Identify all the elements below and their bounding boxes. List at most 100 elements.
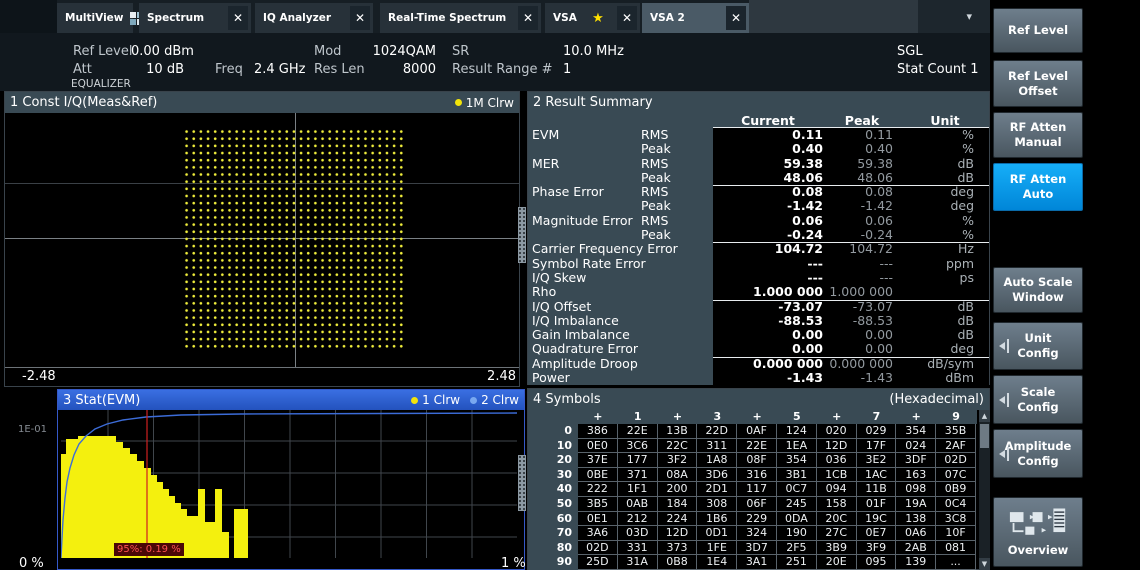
symbol-cell[interactable]: 1F1 bbox=[618, 482, 658, 497]
symbol-cell[interactable]: 094 bbox=[817, 482, 857, 497]
scrollbar-thumb[interactable] bbox=[980, 424, 989, 448]
symbol-cell[interactable]: 324 bbox=[737, 526, 777, 541]
softkey-amplitude-config[interactable]: Amplitude Config bbox=[993, 429, 1083, 478]
symbol-cell[interactable]: 08A bbox=[658, 468, 698, 483]
symbol-cell[interactable]: 0A6 bbox=[896, 526, 936, 541]
symbol-cell[interactable]: 3F9 bbox=[857, 541, 897, 556]
symbol-cell[interactable]: 27C bbox=[817, 526, 857, 541]
symbol-cell[interactable]: 31A bbox=[618, 555, 658, 570]
softkey-unit-config[interactable]: Unit Config bbox=[993, 322, 1083, 370]
symbol-cell[interactable]: 19A bbox=[896, 497, 936, 512]
symbol-cell[interactable]: 3DF bbox=[896, 453, 936, 468]
symbol-cell[interactable]: 22D bbox=[697, 424, 737, 439]
symbol-cell[interactable]: 2F5 bbox=[777, 541, 817, 556]
symbol-cell[interactable]: 07C bbox=[936, 468, 976, 483]
symbol-cell[interactable]: 0DA bbox=[777, 512, 817, 527]
symbol-cell[interactable]: 229 bbox=[737, 512, 777, 527]
tab-overflow-button[interactable]: ▾ bbox=[918, 0, 990, 33]
symbols-scrollbar[interactable]: ▲ ▼ bbox=[979, 410, 990, 570]
symbol-cell[interactable]: 08F bbox=[737, 453, 777, 468]
constellation-plot[interactable] bbox=[5, 113, 519, 367]
symbol-cell[interactable]: 158 bbox=[817, 497, 857, 512]
symbol-cell[interactable]: 3D6 bbox=[697, 468, 737, 483]
symbol-cell[interactable]: 371 bbox=[618, 468, 658, 483]
symbol-cell[interactable]: 036 bbox=[817, 453, 857, 468]
symbol-cell[interactable]: 12D bbox=[817, 439, 857, 454]
window-title-bar[interactable]: 4 Symbols (Hexadecimal) bbox=[528, 389, 989, 410]
symbol-cell[interactable]: 22C bbox=[658, 439, 698, 454]
window-title-bar[interactable]: 2 Result Summary bbox=[528, 92, 989, 113]
window-title-bar-active[interactable]: 3 Stat(EVM) 1 Clrw 2 Clrw bbox=[58, 390, 524, 410]
symbol-cell[interactable]: 06F bbox=[737, 497, 777, 512]
symbol-cell[interactable]: 224 bbox=[658, 512, 698, 527]
symbol-cell[interactable]: 138 bbox=[896, 512, 936, 527]
scroll-down-icon[interactable]: ▼ bbox=[979, 558, 990, 570]
symbol-cell[interactable]: 316 bbox=[737, 468, 777, 483]
symbol-cell[interactable]: 1A8 bbox=[697, 453, 737, 468]
symbol-cell[interactable]: 20E bbox=[817, 555, 857, 570]
symbol-cell[interactable]: 22E bbox=[618, 424, 658, 439]
softkey-auto-scale-window[interactable]: Auto Scale Window bbox=[993, 267, 1083, 313]
window-title-bar[interactable]: 1 Const I/Q(Meas&Ref) 1M Clrw bbox=[5, 92, 519, 113]
symbol-cell[interactable]: 1FE bbox=[697, 541, 737, 556]
symbol-cell[interactable]: 1EA bbox=[777, 439, 817, 454]
ref-level-value[interactable]: 0.00 dBm bbox=[131, 44, 194, 59]
symbol-cell[interactable]: 1E4 bbox=[697, 555, 737, 570]
symbol-cell[interactable]: 2D1 bbox=[697, 482, 737, 497]
symbol-cell[interactable]: 3B5 bbox=[578, 497, 618, 512]
softkey-rf-atten-auto[interactable]: RF Atten Auto bbox=[993, 163, 1083, 211]
symbol-cell[interactable]: 0AF bbox=[737, 424, 777, 439]
symbol-cell[interactable]: 177 bbox=[618, 453, 658, 468]
symbol-cell[interactable]: 0B9 bbox=[936, 482, 976, 497]
softkey-rf-atten-manual[interactable]: RF Atten Manual bbox=[993, 112, 1083, 158]
symbol-cell[interactable]: 354 bbox=[777, 453, 817, 468]
symbol-cell[interactable]: 10F bbox=[936, 526, 976, 541]
symbol-cell[interactable]: 029 bbox=[857, 424, 897, 439]
res-len-value[interactable]: 8000 bbox=[350, 62, 436, 77]
symbol-cell[interactable]: 37E bbox=[578, 453, 618, 468]
symbol-cell[interactable]: 308 bbox=[697, 497, 737, 512]
tab-iq-analyzer[interactable]: IQ Analyzer ✕ bbox=[255, 3, 373, 33]
symbol-cell[interactable]: 3D7 bbox=[737, 541, 777, 556]
softkey-overview[interactable]: Overview bbox=[993, 497, 1083, 567]
symbol-cell[interactable]: 139 bbox=[896, 555, 936, 570]
symbol-cell[interactable]: 02D bbox=[936, 453, 976, 468]
symbol-cell[interactable]: 3C8 bbox=[936, 512, 976, 527]
symbol-cell[interactable]: 11B bbox=[857, 482, 897, 497]
sr-value[interactable]: 10.0 MHz bbox=[563, 44, 624, 59]
result-range-value[interactable]: 1 bbox=[563, 62, 571, 77]
close-icon[interactable]: ✕ bbox=[350, 6, 370, 30]
symbol-cell[interactable]: 12D bbox=[658, 526, 698, 541]
splitter-grip[interactable] bbox=[518, 207, 526, 263]
close-icon[interactable]: ✕ bbox=[518, 6, 538, 30]
symbol-cell[interactable]: 200 bbox=[658, 482, 698, 497]
symbol-cell[interactable]: 3F2 bbox=[658, 453, 698, 468]
symbol-cell[interactable]: 024 bbox=[896, 439, 936, 454]
symbol-cell[interactable]: ... bbox=[936, 555, 976, 570]
symbol-cell[interactable]: 0C7 bbox=[777, 482, 817, 497]
symbol-cell[interactable]: 0AB bbox=[618, 497, 658, 512]
tab-multiview[interactable]: MultiView bbox=[57, 3, 133, 33]
evm-histogram-plot[interactable]: 95%: 0.19 % bbox=[61, 410, 517, 558]
close-icon[interactable]: ✕ bbox=[617, 6, 637, 30]
symbol-cell[interactable]: 0BE bbox=[578, 468, 618, 483]
tab-vsa[interactable]: VSA ★ ✕ bbox=[545, 3, 640, 33]
symbol-cell[interactable]: 020 bbox=[817, 424, 857, 439]
scroll-up-icon[interactable]: ▲ bbox=[979, 410, 990, 422]
symbol-cell[interactable]: 35B bbox=[936, 424, 976, 439]
symbol-cell[interactable]: 163 bbox=[896, 468, 936, 483]
symbol-cell[interactable]: 20C bbox=[817, 512, 857, 527]
symbol-cell[interactable]: 13B bbox=[658, 424, 698, 439]
symbol-cell[interactable]: 3B1 bbox=[777, 468, 817, 483]
symbol-cell[interactable]: 0E7 bbox=[857, 526, 897, 541]
symbol-cell[interactable]: 212 bbox=[618, 512, 658, 527]
close-icon[interactable]: ✕ bbox=[726, 6, 746, 30]
freq-value[interactable]: 2.4 GHz bbox=[254, 62, 305, 77]
symbol-cell[interactable]: 354 bbox=[896, 424, 936, 439]
symbol-cell[interactable]: 095 bbox=[857, 555, 897, 570]
softkey-ref-level[interactable]: Ref Level bbox=[993, 8, 1083, 53]
symbol-cell[interactable]: 22E bbox=[737, 439, 777, 454]
symbol-cell[interactable]: 1B6 bbox=[697, 512, 737, 527]
symbol-cell[interactable]: 245 bbox=[777, 497, 817, 512]
symbol-cell[interactable]: 02D bbox=[578, 541, 618, 556]
